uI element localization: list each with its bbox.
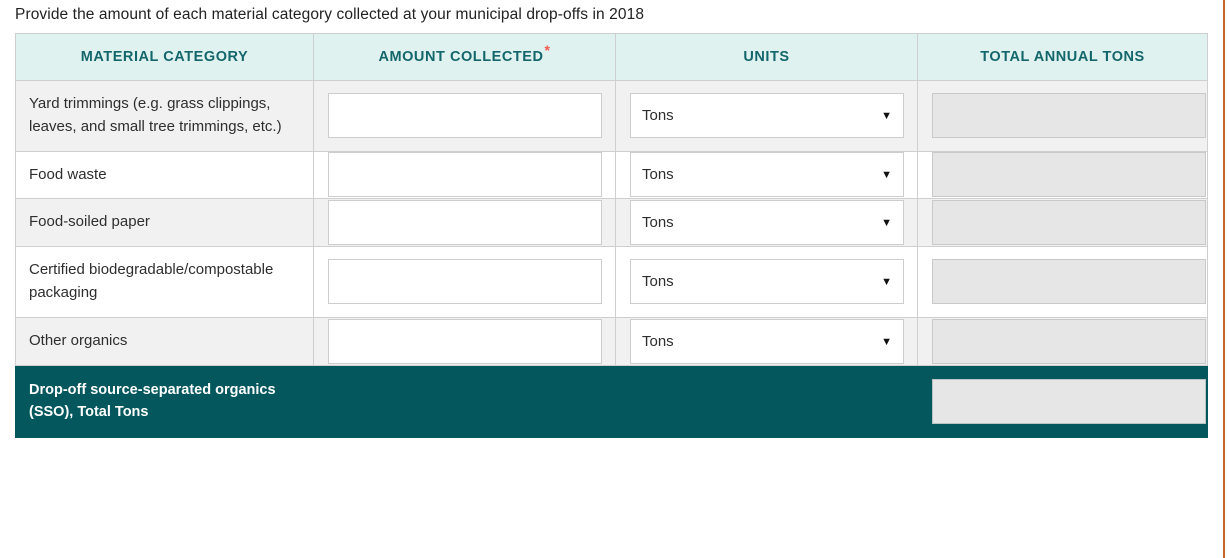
- row-category-label: Yard trimmings (e.g. grass clippings, le…: [15, 80, 314, 152]
- chevron-down-icon: ▼: [881, 276, 892, 289]
- table-row: Food-soiled paper Tons ▼: [15, 198, 1208, 248]
- table-row: Certified biodegradable/compostable pack…: [15, 246, 1208, 318]
- row-total-cell: [917, 150, 1208, 200]
- units-select[interactable]: Tons ▼: [630, 200, 904, 246]
- organics-collection-table: MATERIAL CATEGORY AMOUNT COLLECTED* UNIT…: [15, 33, 1208, 438]
- row-amount-cell: [313, 150, 616, 200]
- total-row-total-cell: [917, 364, 1208, 438]
- units-select[interactable]: Tons ▼: [630, 259, 904, 305]
- column-header-material-category: MATERIAL CATEGORY: [15, 33, 314, 81]
- total-row-label: Drop-off source-separated organics (SSO)…: [15, 364, 314, 438]
- row-units-cell: Tons ▼: [615, 80, 918, 152]
- chevron-down-icon: ▼: [881, 110, 892, 123]
- total-annual-tons-readonly: [932, 93, 1206, 139]
- row-amount-cell: [313, 80, 616, 152]
- page-title: Provide the amount of each material cate…: [15, 6, 645, 23]
- units-select[interactable]: Tons ▼: [630, 152, 904, 198]
- table-header: MATERIAL CATEGORY AMOUNT COLLECTED* UNIT…: [15, 33, 1208, 81]
- units-select-value: Tons: [642, 107, 674, 125]
- column-header-label: TOTAL ANNUAL TONS: [980, 49, 1145, 65]
- table-row: Food waste Tons ▼: [15, 150, 1208, 200]
- table-body: Yard trimmings (e.g. grass clippings, le…: [15, 80, 1208, 438]
- row-total-cell: [917, 80, 1208, 152]
- row-units-cell: Tons ▼: [615, 150, 918, 200]
- column-header-label: UNITS: [743, 49, 790, 65]
- table-header-row: MATERIAL CATEGORY AMOUNT COLLECTED* UNIT…: [15, 33, 1208, 81]
- table-total-row: Drop-off source-separated organics (SSO)…: [15, 364, 1208, 438]
- total-row-amount-cell: [313, 364, 616, 438]
- row-amount-cell: [313, 198, 616, 248]
- row-category-label: Certified biodegradable/compostable pack…: [15, 246, 314, 318]
- units-select-value: Tons: [642, 214, 674, 232]
- row-units-cell: Tons ▼: [615, 316, 918, 366]
- sso-total-tons-readonly: [932, 378, 1206, 424]
- table-row: Other organics Tons ▼: [15, 316, 1208, 366]
- row-amount-cell: [313, 316, 616, 366]
- amount-input[interactable]: [328, 200, 602, 246]
- row-total-cell: [917, 198, 1208, 248]
- total-annual-tons-readonly: [932, 152, 1206, 198]
- page-edge-rule: [1223, 0, 1225, 558]
- row-category-label: Food-soiled paper: [15, 198, 314, 248]
- column-header-label: MATERIAL CATEGORY: [80, 49, 249, 65]
- total-annual-tons-readonly: [932, 259, 1206, 305]
- units-select-value: Tons: [642, 166, 674, 184]
- units-select-value: Tons: [642, 332, 674, 350]
- units-select[interactable]: Tons ▼: [630, 93, 904, 139]
- units-select-value: Tons: [642, 273, 674, 291]
- row-category-label: Other organics: [15, 316, 314, 366]
- amount-input[interactable]: [328, 152, 602, 198]
- units-select[interactable]: Tons ▼: [630, 318, 904, 364]
- total-row-units-cell: [615, 364, 918, 438]
- row-units-cell: Tons ▼: [615, 198, 918, 248]
- column-header-amount-collected: AMOUNT COLLECTED*: [313, 33, 616, 81]
- row-amount-cell: [313, 246, 616, 318]
- column-header-label: AMOUNT COLLECTED: [378, 49, 544, 65]
- table-row: Yard trimmings (e.g. grass clippings, le…: [15, 80, 1208, 152]
- row-total-cell: [917, 316, 1208, 366]
- required-asterisk: *: [544, 42, 551, 59]
- column-header-units: UNITS: [615, 33, 918, 81]
- row-category-label: Food waste: [15, 150, 314, 200]
- total-annual-tons-readonly: [932, 200, 1206, 246]
- amount-input[interactable]: [328, 93, 602, 139]
- chevron-down-icon: ▼: [881, 169, 892, 182]
- chevron-down-icon: ▼: [881, 217, 892, 230]
- amount-input[interactable]: [328, 318, 602, 364]
- chevron-down-icon: ▼: [881, 335, 892, 348]
- row-units-cell: Tons ▼: [615, 246, 918, 318]
- row-total-cell: [917, 246, 1208, 318]
- form-page: Provide the amount of each material cate…: [0, 0, 1228, 558]
- total-annual-tons-readonly: [932, 318, 1206, 364]
- column-header-total-annual-tons: TOTAL ANNUAL TONS: [917, 33, 1208, 81]
- amount-input[interactable]: [328, 259, 602, 305]
